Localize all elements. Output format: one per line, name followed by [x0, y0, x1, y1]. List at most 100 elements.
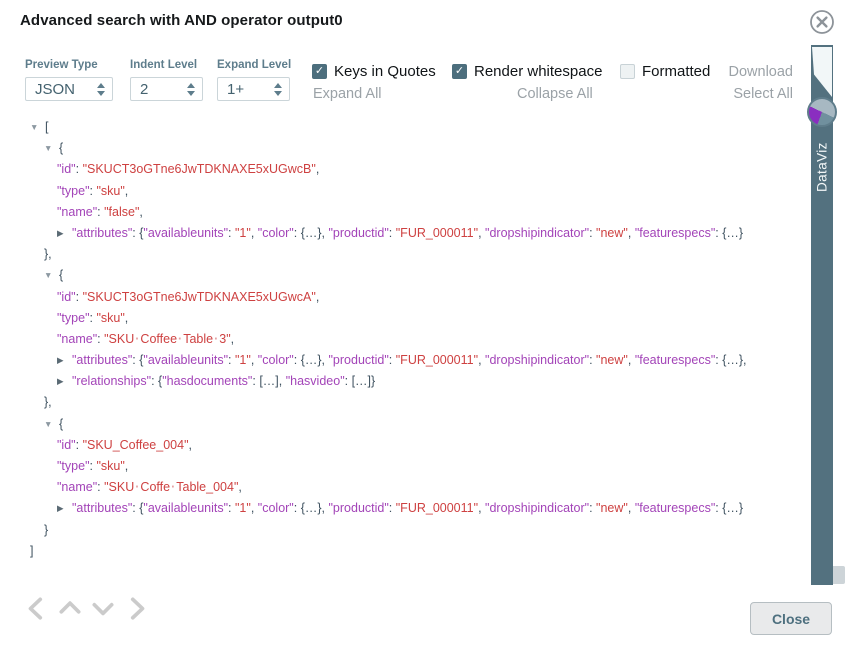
json-key: "productid": [329, 501, 389, 515]
json-punctuation: ,: [628, 226, 635, 240]
json-punctuation: ,: [251, 501, 258, 515]
keys-in-quotes-checkbox[interactable]: ✓: [312, 64, 327, 79]
json-punctuation: :: [76, 162, 83, 176]
download-link[interactable]: Download: [729, 64, 794, 80]
json-value: Coffe: [140, 480, 170, 494]
json-value: Table: [183, 332, 213, 346]
keys-in-quotes-label: Keys in Quotes: [334, 63, 436, 80]
json-value: "new": [596, 226, 628, 240]
json-punctuation: }: [44, 523, 48, 537]
dataviz-drawer-tab[interactable]: DataViz: [811, 45, 833, 585]
json-value: Table_004": [176, 480, 238, 494]
expand-node-icon[interactable]: ▶: [57, 498, 67, 519]
expand-level-select[interactable]: 1+: [217, 77, 290, 101]
expand-node-icon[interactable]: ▶: [57, 350, 67, 371]
json-key: "id": [57, 438, 76, 452]
json-line: "type": "sku",: [0, 181, 806, 202]
indent-level-value: 2: [140, 81, 148, 98]
json-punctuation: : {: [132, 226, 143, 240]
json-key: "type": [57, 311, 90, 325]
json-punctuation: :: [589, 226, 596, 240]
close-button[interactable]: Close: [750, 602, 832, 635]
json-key: "attributes": [72, 501, 132, 515]
json-line: "id": "SKU_Coffee_004",: [0, 435, 806, 456]
json-value: "sku": [96, 311, 124, 325]
render-whitespace-option[interactable]: ✓ Render whitespace: [452, 63, 602, 80]
next-match-icon[interactable]: [123, 595, 149, 621]
json-punctuation: : […],: [252, 374, 285, 388]
select-all-link[interactable]: Select All: [733, 86, 793, 102]
json-value: "SKU: [104, 480, 134, 494]
json-punctuation: ,: [316, 162, 319, 176]
expand-node-icon[interactable]: ▶: [57, 371, 67, 392]
match-navigation: [24, 595, 149, 621]
json-line: ▼{: [0, 414, 806, 435]
json-value: "1": [235, 226, 251, 240]
json-value: "SKUCT3oGTne6JwTDKNAXE5xUGwcB": [83, 162, 316, 176]
json-punctuation: },: [44, 395, 52, 409]
down-match-icon[interactable]: [90, 595, 116, 621]
drawer-label: DataViz: [811, 129, 833, 205]
collapse-all-link[interactable]: Collapse All: [517, 86, 593, 102]
json-punctuation: :: [228, 501, 235, 515]
json-punctuation: : {…}: [715, 226, 743, 240]
indent-level-label: Indent Level: [130, 59, 197, 71]
json-line: ▼[: [0, 117, 806, 138]
json-key: "featurespecs": [635, 353, 715, 367]
json-punctuation: : […]}: [345, 374, 376, 388]
json-punctuation: [: [45, 120, 48, 134]
json-punctuation: :: [76, 290, 83, 304]
json-punctuation: ,: [316, 290, 319, 304]
collapse-node-icon[interactable]: ▼: [44, 138, 54, 159]
json-key: "dropshipindicator": [485, 226, 589, 240]
json-line: ▶"attributes": {"availableunits": "1", "…: [0, 498, 806, 519]
json-punctuation: ,: [628, 353, 635, 367]
spinner-icon[interactable]: [187, 83, 195, 96]
json-key: "type": [57, 459, 90, 473]
close-dialog-icon[interactable]: [809, 9, 835, 35]
collapse-node-icon[interactable]: ▼: [44, 414, 54, 435]
formatted-option[interactable]: ✓ Formatted: [620, 63, 710, 80]
formatted-label: Formatted: [642, 63, 710, 80]
expand-level-label: Expand Level: [217, 59, 291, 71]
spinner-icon[interactable]: [274, 83, 282, 96]
drawer-arrow-icon[interactable]: [812, 47, 832, 97]
json-value: "FUR_000011": [396, 353, 478, 367]
json-key: "relationships": [72, 374, 151, 388]
json-line: ▶"attributes": {"availableunits": "1", "…: [0, 223, 806, 244]
json-punctuation: ,: [139, 205, 142, 219]
formatted-checkbox[interactable]: ✓: [620, 64, 635, 79]
json-punctuation: ,: [231, 332, 234, 346]
json-key: "dropshipindicator": [485, 501, 589, 515]
indent-level-select[interactable]: 2: [130, 77, 203, 101]
json-value: "new": [596, 353, 628, 367]
collapse-node-icon[interactable]: ▼: [44, 265, 54, 286]
up-match-icon[interactable]: [57, 595, 83, 621]
keys-in-quotes-option[interactable]: ✓ Keys in Quotes: [312, 63, 436, 80]
spinner-icon[interactable]: [97, 83, 105, 96]
json-value: "sku": [96, 184, 124, 198]
json-punctuation: ,: [125, 311, 128, 325]
collapse-node-icon[interactable]: ▼: [30, 117, 40, 138]
json-value: "FUR_000011": [396, 226, 478, 240]
json-punctuation: ,: [189, 438, 192, 452]
json-key: "hasdocuments": [162, 374, 252, 388]
json-key: "name": [57, 205, 97, 219]
preview-type-select[interactable]: JSON: [25, 77, 113, 101]
json-punctuation: ,: [125, 184, 128, 198]
expand-level-value: 1+: [227, 81, 244, 98]
json-line: "id": "SKUCT3oGTne6JwTDKNAXE5xUGwcB",: [0, 159, 806, 180]
scrollbar-track[interactable]: [831, 566, 845, 584]
expand-node-icon[interactable]: ▶: [57, 223, 67, 244]
json-value: "SKU: [104, 332, 134, 346]
json-punctuation: :: [76, 438, 83, 452]
render-whitespace-checkbox[interactable]: ✓: [452, 64, 467, 79]
json-key: "dropshipindicator": [485, 353, 589, 367]
json-punctuation: : {…},: [294, 501, 329, 515]
json-line: },: [0, 244, 806, 265]
json-punctuation: ,: [125, 459, 128, 473]
prev-match-icon[interactable]: [24, 595, 50, 621]
expand-all-link[interactable]: Expand All: [313, 86, 382, 102]
json-key: "hasvideo": [286, 374, 345, 388]
preview-type-value: JSON: [35, 81, 75, 98]
